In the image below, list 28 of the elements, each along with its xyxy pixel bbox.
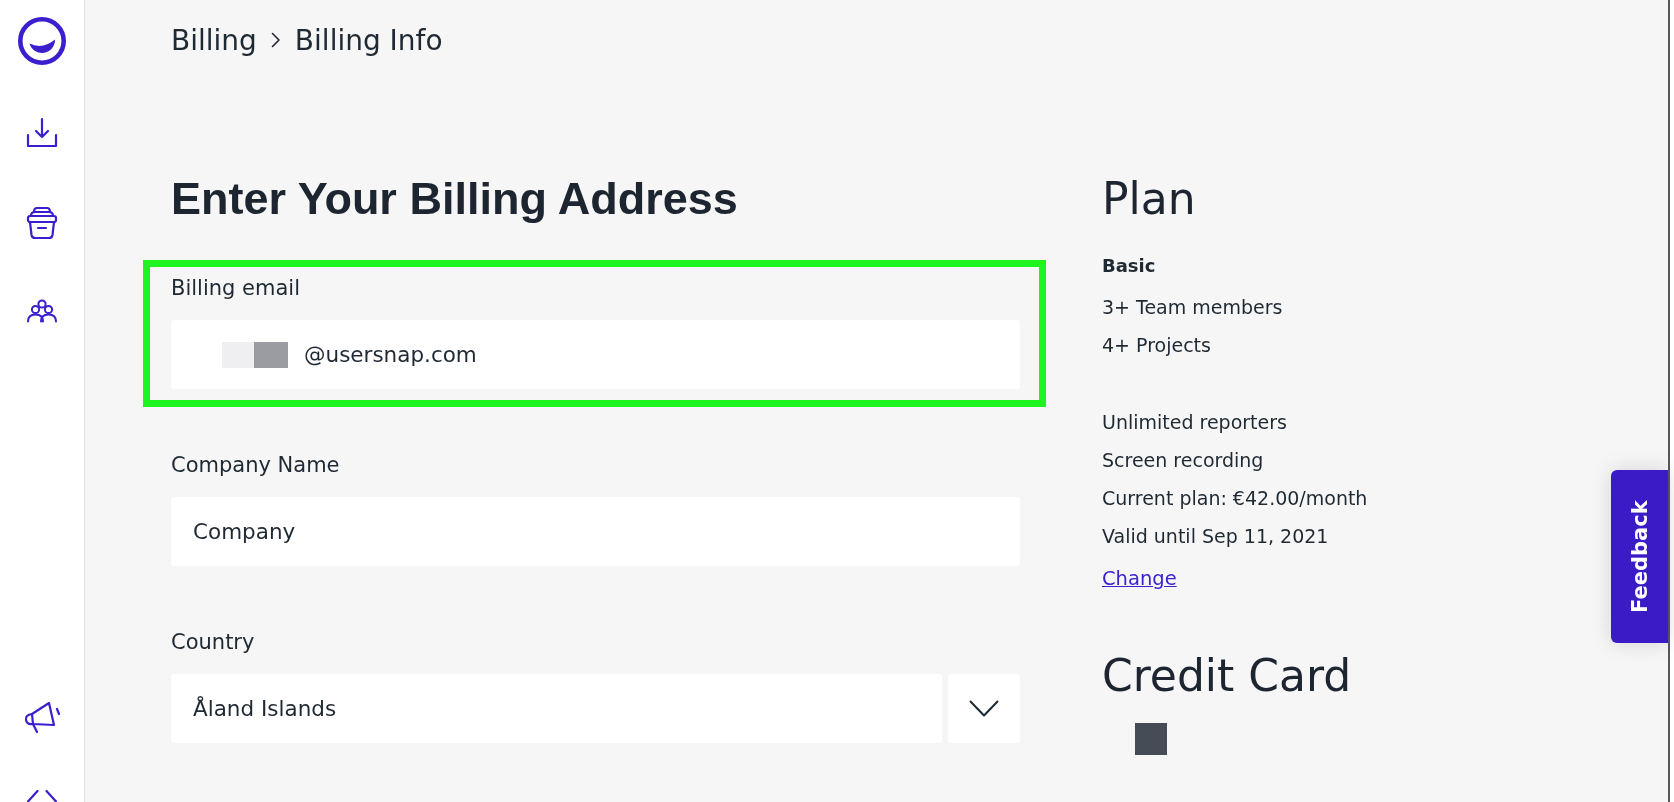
chevron-right-icon bbox=[270, 32, 281, 48]
megaphone-icon[interactable] bbox=[22, 700, 61, 734]
plan-feature: Screen recording bbox=[1102, 449, 1264, 471]
input-field[interactable]: Company bbox=[171, 497, 1020, 566]
plan-feature: Valid until Sep 11, 2021 bbox=[1102, 525, 1329, 547]
chevron-down-icon bbox=[969, 700, 999, 717]
breadcrumb-link[interactable]: Billing bbox=[171, 23, 257, 57]
page-heading: Enter Your Billing Address bbox=[171, 172, 738, 226]
field-label: Country bbox=[171, 629, 255, 655]
input-field[interactable]: @usersnap.com bbox=[171, 320, 1020, 389]
feedback-button[interactable]: Feedback bbox=[1611, 470, 1668, 643]
field-label: Billing email bbox=[171, 275, 300, 301]
country-select[interactable]: Åland Islands bbox=[171, 674, 942, 743]
plan-feature: 4+ Projects bbox=[1102, 334, 1211, 356]
plan-feature: Current plan: €42.00/month bbox=[1102, 487, 1368, 509]
team-icon[interactable] bbox=[25, 299, 58, 323]
field-label: Company Name bbox=[171, 452, 340, 478]
archive-icon[interactable] bbox=[25, 206, 58, 240]
download-icon[interactable] bbox=[25, 117, 58, 149]
angle-brackets-icon[interactable] bbox=[26, 790, 57, 802]
plan-heading: Plan bbox=[1102, 172, 1196, 226]
plan-feature: Unlimited reporters bbox=[1102, 411, 1287, 433]
change-link[interactable]: Change bbox=[1102, 567, 1177, 590]
credit-card-heading: Credit Card bbox=[1102, 650, 1352, 701]
plan-name: Basic bbox=[1102, 254, 1156, 278]
breadcrumb-current: Billing Info bbox=[294, 23, 443, 57]
logo-icon[interactable] bbox=[17, 17, 66, 65]
plan-feature: 3+ Team members bbox=[1102, 296, 1283, 318]
